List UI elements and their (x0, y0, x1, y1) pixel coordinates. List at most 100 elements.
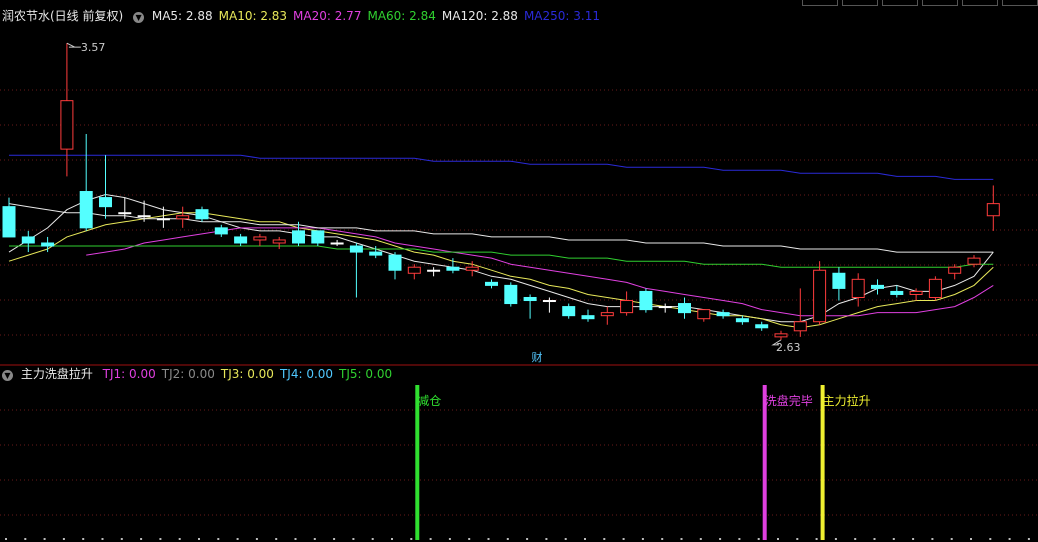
ma-legend-item-2: MA20: 2.77 (293, 9, 362, 23)
high-pointer (66, 42, 81, 48)
toolbar-tab[interactable] (962, 0, 998, 6)
candle (195, 206, 209, 222)
axis-dot (217, 538, 220, 540)
candle (813, 261, 827, 325)
top-toolbar-tabs[interactable] (798, 0, 1038, 6)
candlesticks (2, 43, 1000, 340)
candle (176, 206, 190, 228)
axis-dot (854, 538, 857, 540)
axis-dot (391, 538, 393, 540)
toolbar-tab[interactable] (922, 0, 958, 6)
main-chart-header: 润农节水(日线 前复权) ▼ MA5: 2.88 MA10: 2.83 MA20: … (2, 9, 612, 23)
low-price-label: 2.63 (776, 341, 801, 354)
candle-body-up (793, 321, 807, 332)
candle (581, 309, 595, 322)
candle (793, 288, 807, 337)
chevron-down-icon[interactable]: ▼ (133, 12, 145, 23)
axis-dot (584, 538, 586, 540)
candle-body-down (41, 242, 55, 247)
high-price-label: 3.57 (81, 41, 106, 54)
candle (407, 264, 421, 280)
indicator-title[interactable]: 主力洗盘拉升 (21, 367, 93, 381)
candle-body-up (272, 239, 286, 244)
axis-dot (699, 538, 702, 540)
candle (928, 276, 942, 301)
axis-dot (719, 538, 722, 540)
signal-bar (415, 385, 420, 540)
axis-dot (255, 538, 258, 540)
axis-dot (352, 538, 355, 540)
candle-body-up (948, 266, 962, 274)
candle-body-down (388, 254, 402, 271)
finance-marker: 财 (532, 350, 543, 364)
moving-average-lines (8, 154, 994, 329)
toolbar-tab[interactable] (882, 0, 918, 6)
candle-body-down (735, 318, 749, 323)
axis-dot (5, 538, 7, 540)
axis-dot (313, 538, 316, 540)
axis-dot (1027, 538, 1030, 540)
candle (427, 267, 441, 277)
axis-dot (815, 538, 818, 540)
candle-body-down (349, 245, 363, 253)
indicator-legend: TJ1: 0.00 TJ2: 0.00 TJ3: 0.00 TJ4: 0.00 TJ5:… (103, 367, 398, 381)
axis-dot (564, 538, 567, 540)
axis-dot (101, 538, 104, 540)
candle (620, 291, 634, 316)
candle-body-up (967, 257, 981, 265)
candle-body-up (407, 266, 421, 274)
indicator-legend-item-2: TJ3: 0.00 (220, 367, 274, 381)
axis-dot (178, 538, 181, 540)
candle-body-down (369, 251, 383, 256)
axis-dot (622, 538, 625, 540)
candle (967, 255, 981, 268)
candle-body-down (21, 236, 35, 244)
stock-chart[interactable]: 3.57 2.63 财 减仓 洗盘完毕 主力拉升 (0, 0, 1038, 542)
candle (678, 297, 691, 319)
candle-body-down (195, 209, 209, 220)
candle-body-up (465, 266, 479, 271)
ma-line-ma5 (8, 193, 994, 323)
axis-dot (989, 538, 992, 540)
ma-legend-item-1: MA10: 2.83 (218, 9, 288, 23)
grid-lines (0, 89, 1038, 516)
candle (234, 233, 248, 247)
axis-dot (275, 538, 278, 540)
candle-body-up (986, 203, 1000, 217)
candle (311, 230, 325, 247)
candle (60, 43, 74, 177)
candle (832, 267, 846, 301)
axis-dot (680, 538, 683, 540)
candle (774, 330, 788, 340)
candle (388, 252, 402, 280)
toolbar-tab[interactable] (842, 0, 878, 6)
toolbar-tab[interactable] (802, 0, 838, 6)
toolbar-tab[interactable] (1002, 0, 1038, 6)
candle (272, 236, 286, 250)
candle (658, 303, 672, 313)
candle-body-up (253, 236, 267, 241)
axis-dot (641, 538, 644, 540)
signal-bar (762, 385, 767, 540)
candle (349, 242, 363, 298)
candle-body-up (909, 290, 923, 295)
candle-body-up (60, 100, 74, 150)
candle (99, 155, 112, 219)
candle-body-down (871, 284, 884, 289)
candle-body-up (813, 269, 827, 323)
stock-title[interactable]: 润农节水(日线 前复权) (2, 9, 123, 23)
chevron-down-icon[interactable]: ▼ (2, 370, 13, 381)
candle-body-down (137, 215, 151, 218)
ma-legend-item-0: MA5: 2.88 (151, 9, 213, 23)
candle-body-down (99, 197, 112, 208)
candle (330, 239, 344, 247)
axis-dot (236, 538, 239, 540)
candle-body-down (234, 236, 248, 244)
candle (504, 282, 518, 307)
candle-body-down (330, 242, 344, 245)
axis-dot (448, 538, 451, 540)
candle-body-down (118, 212, 132, 215)
candle (851, 273, 865, 307)
axis-dot (487, 538, 490, 540)
ma-legend-item-3: MA60: 2.84 (367, 9, 436, 23)
